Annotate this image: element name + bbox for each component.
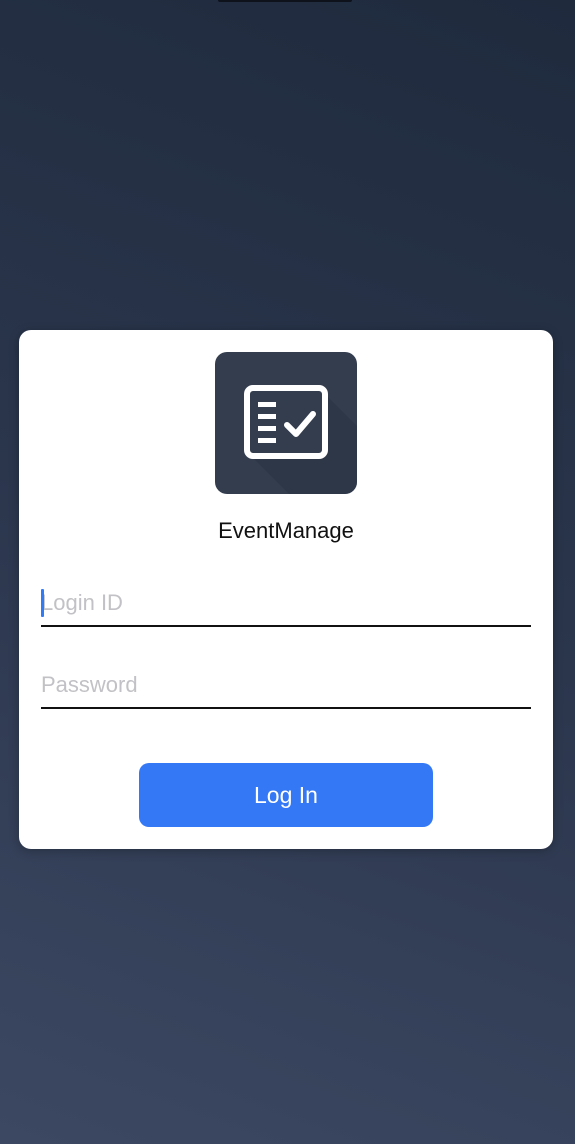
login-button[interactable]: Log In: [139, 763, 433, 827]
login-card: EventManage Log In: [19, 330, 553, 849]
login-id-field[interactable]: [41, 575, 531, 627]
password-field[interactable]: [41, 657, 531, 709]
login-id-input[interactable]: [41, 575, 531, 623]
text-caret: [41, 589, 44, 617]
checklist-icon: [244, 385, 357, 494]
app-name: EventManage: [218, 518, 354, 543]
app-icon: [215, 352, 357, 494]
status-notch: [218, 0, 352, 2]
password-input[interactable]: [41, 657, 531, 705]
